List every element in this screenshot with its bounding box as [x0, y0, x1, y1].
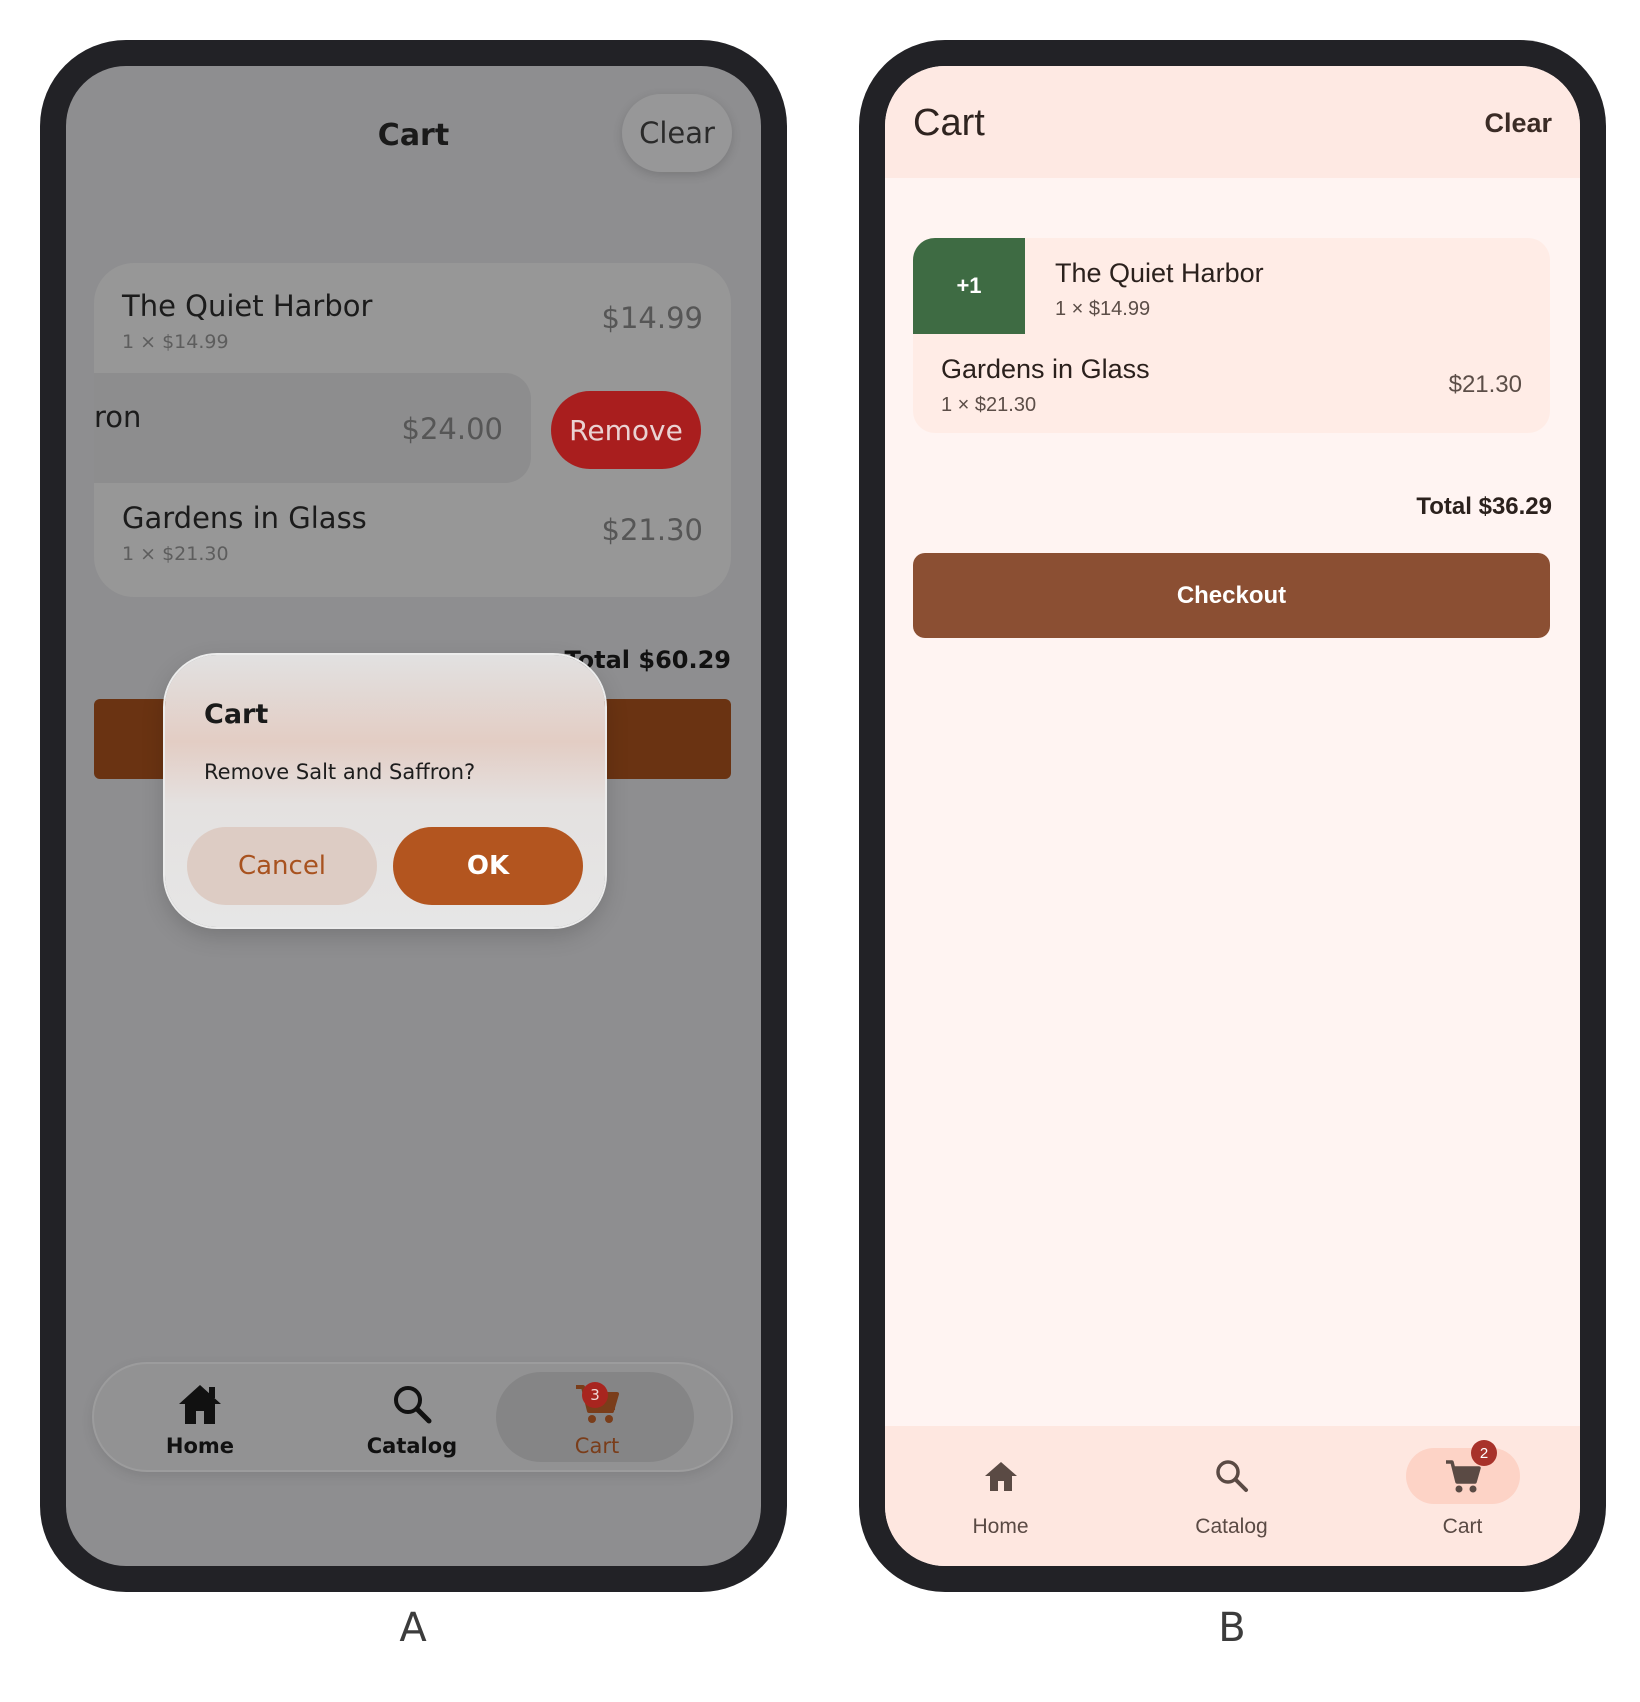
tab-catalog[interactable]: Catalog [306, 1364, 518, 1470]
tab-label: Cart [574, 1434, 620, 1458]
tab-label: Cart [1442, 1515, 1483, 1538]
page-title: Cart [913, 102, 985, 144]
tab-home[interactable]: Home [885, 1426, 1116, 1566]
cart-list: +1 The Quiet Harbor 1 × $14.99 Gardens i… [913, 238, 1550, 433]
cart-item[interactable]: The Quiet Harbor 1 × $14.99 $14.99 [94, 263, 731, 373]
app-bar: Cart Clear [885, 66, 1580, 178]
cart-total: Total $36.29 [1416, 493, 1552, 520]
home-icon [170, 1378, 230, 1430]
bottom-nav: Home Catalog Cart [94, 1364, 731, 1470]
cart-item[interactable]: Gardens in Glass 1 × $21.30 $21.30 [94, 475, 731, 585]
item-price: $21.30 [601, 513, 703, 547]
phone-frame-a: Cart Clear The Quiet Harbor 1 × $14.99 $… [40, 40, 787, 1592]
clear-button[interactable]: Clear [622, 94, 732, 172]
search-icon [1211, 1456, 1253, 1496]
undo-badge[interactable]: +1 [913, 238, 1025, 334]
clear-button[interactable]: Clear [1484, 108, 1552, 139]
checkout-button[interactable]: Checkout [913, 553, 1550, 638]
tab-label: Catalog [366, 1434, 458, 1458]
item-detail: 1 × $14.99 [1055, 298, 1151, 320]
cart-badge: 3 [582, 1382, 608, 1408]
caption-b: B [1218, 1605, 1246, 1651]
caption-a: A [399, 1605, 427, 1651]
phone-frame-b: Cart Clear +1 The Quiet Harbor 1 × $14.9… [859, 40, 1606, 1592]
tab-label: Catalog [1195, 1515, 1268, 1538]
item-title: The Quiet Harbor [1055, 258, 1264, 288]
screen-b: Cart Clear +1 The Quiet Harbor 1 × $14.9… [885, 66, 1580, 1566]
item-price: $21.30 [1448, 371, 1522, 398]
cart-item-swiped[interactable]: ron $24.00 [94, 373, 531, 483]
tab-home[interactable]: Home [94, 1364, 306, 1470]
item-title: ron [94, 400, 142, 434]
tab-label: Home [165, 1434, 235, 1458]
cancel-button[interactable]: Cancel [187, 827, 377, 905]
tab-cart[interactable]: Cart [1347, 1426, 1578, 1566]
remove-button[interactable]: Remove [551, 391, 701, 469]
dialog-message: Remove Salt and Saffron? [204, 760, 476, 784]
confirm-dialog: Cart Remove Salt and Saffron? Cancel OK [165, 655, 605, 927]
screen-a: Cart Clear The Quiet Harbor 1 × $14.99 $… [66, 66, 761, 1566]
ok-button[interactable]: OK [393, 827, 583, 905]
item-price: $14.99 [601, 301, 703, 335]
home-icon [980, 1456, 1022, 1496]
tab-cart[interactable]: Cart [491, 1364, 703, 1470]
item-detail: 1 × $21.30 [941, 394, 1037, 416]
item-detail: 1 × $21.30 [122, 543, 229, 565]
item-price: $24.00 [401, 412, 503, 446]
item-title: Gardens in Glass [122, 501, 367, 535]
item-title: The Quiet Harbor [122, 289, 373, 323]
item-title: Gardens in Glass [941, 354, 1150, 384]
tab-catalog[interactable]: Catalog [1116, 1426, 1347, 1566]
item-detail: 1 × $14.99 [122, 331, 229, 353]
tab-label: Home [972, 1515, 1029, 1538]
cart-badge: 2 [1471, 1440, 1497, 1466]
dialog-title: Cart [204, 699, 269, 730]
search-icon [382, 1378, 442, 1430]
